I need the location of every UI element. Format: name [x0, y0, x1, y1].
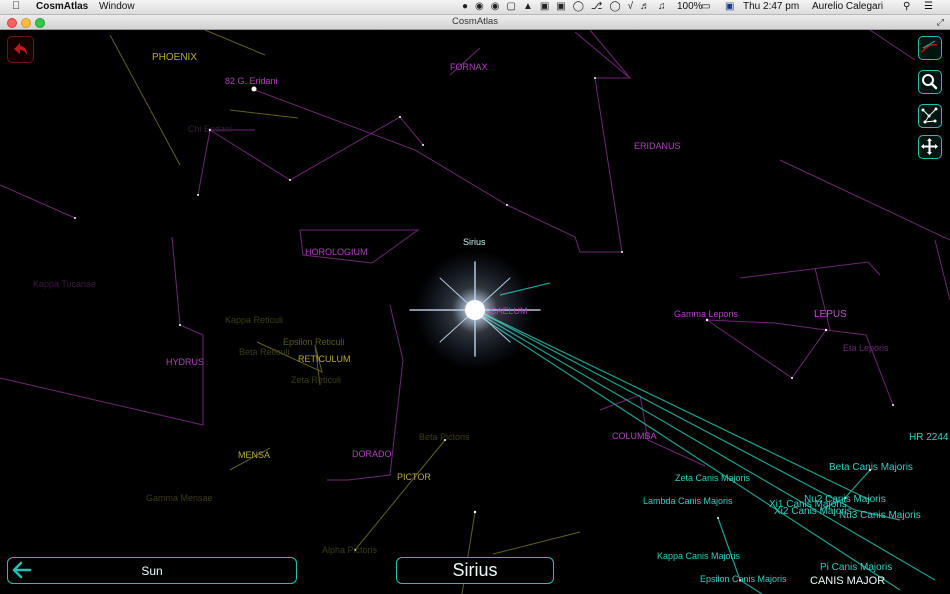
- minimize-window-button[interactable]: [21, 18, 31, 28]
- constellation-pictor[interactable]: PICTOR: [397, 472, 431, 482]
- star-beta-pictoris[interactable]: Beta Pictoris: [419, 432, 470, 442]
- star-pi-canis-majoris[interactable]: Pi Canis Majoris: [820, 562, 892, 573]
- star-kappa-tucanae[interactable]: Kappa Tucanae: [33, 279, 96, 289]
- zoom-window-button[interactable]: [35, 18, 45, 28]
- search-icon: [922, 74, 938, 90]
- search-button[interactable]: [918, 70, 942, 94]
- constellation-phoenix[interactable]: PHOENIX: [152, 52, 197, 63]
- constellation-lepus[interactable]: LEPUS: [814, 309, 847, 320]
- constellation-canis-major[interactable]: CANIS MAJOR: [810, 575, 885, 587]
- star-kappa-reticuli[interactable]: Kappa Reticuli: [225, 315, 283, 325]
- constellation-horologium[interactable]: HOROLOGIUM: [305, 247, 368, 257]
- window-menu[interactable]: Window: [99, 1, 135, 13]
- star-eta-leporis[interactable]: Eta Leporis: [843, 343, 889, 353]
- star-chi-eridani[interactable]: Chi Eridani: [188, 124, 232, 134]
- flag-icon[interactable]: ▣: [725, 1, 734, 13]
- constellation-eridanus[interactable]: ERIDANUS: [634, 141, 681, 151]
- star-epsilon-reticuli[interactable]: Epsilon Reticuli: [283, 337, 345, 347]
- constellations-toggle-button[interactable]: [918, 104, 942, 128]
- back-arrow-icon: [14, 43, 27, 55]
- star-82-g-eridani[interactable]: 82 G. Eridani: [225, 76, 278, 86]
- constellation-icon: [921, 107, 938, 124]
- clock[interactable]: Thu 2:47 pm: [743, 1, 799, 13]
- status-icons: ●◉◉▢▲▣▣◯⎇◯√♬: [462, 1, 658, 12]
- star-kappa-canis-majoris[interactable]: Kappa Canis Majoris: [657, 551, 740, 561]
- star-zeta-reticuli[interactable]: Zeta Reticuli: [291, 375, 341, 385]
- star-zeta-canis-majoris[interactable]: Zeta Canis Majoris: [675, 473, 750, 483]
- spotlight-icon[interactable]: ⚲: [903, 1, 910, 13]
- menu-bar:  CosmAtlas Window ●◉◉▢▲▣▣◯⎇◯√♬ ♫ 100% ▭…: [0, 0, 950, 15]
- app-menu[interactable]: CosmAtlas: [36, 1, 88, 13]
- target-label: Sirius: [452, 560, 498, 580]
- constellation-caelum[interactable]: CAELUM: [490, 306, 528, 316]
- constellation-dorado[interactable]: DORADO: [352, 449, 392, 459]
- move-button[interactable]: [918, 135, 942, 159]
- window-title: CosmAtlas: [452, 16, 498, 27]
- star-beta-reticuli[interactable]: Beta Reticuli: [239, 347, 290, 357]
- constellation-mensa[interactable]: MENSA: [238, 450, 270, 460]
- close-window-button[interactable]: [7, 18, 17, 28]
- star-alpha-pictoris[interactable]: Alpha Pictoris: [322, 545, 377, 555]
- battery-icon[interactable]: ▭: [701, 1, 710, 13]
- star-beta-canis-majoris[interactable]: Beta Canis Majoris: [829, 462, 913, 473]
- view-icon: [921, 40, 938, 53]
- star-sirius[interactable]: Sirius: [463, 237, 486, 247]
- move-icon: [921, 138, 938, 155]
- window-titlebar: CosmAtlas ⤢: [0, 15, 950, 30]
- origin-button[interactable]: Sun: [7, 557, 297, 584]
- constellation-columba[interactable]: COLUMBA: [612, 431, 657, 441]
- star-gamma-mensae[interactable]: Gamma Mensae: [146, 493, 213, 503]
- star-lambda-canis-majoris[interactable]: Lambda Canis Majoris: [643, 496, 733, 506]
- star-gamma-leporis[interactable]: Gamma Leporis: [674, 309, 738, 319]
- star-nu3-canis-majoris[interactable]: Nu3 Canis Majoris: [839, 510, 921, 521]
- star-hr-2244[interactable]: HR 2244: [909, 432, 948, 443]
- volume-icon[interactable]: ♫: [658, 1, 666, 13]
- notification-center-icon[interactable]: ☰: [924, 1, 933, 13]
- constellation-reticulum[interactable]: RETICULUM: [298, 354, 351, 364]
- origin-label: Sun: [141, 564, 163, 578]
- fullscreen-icon[interactable]: ⤢: [937, 15, 944, 29]
- back-button[interactable]: [7, 36, 34, 63]
- apple-icon[interactable]: : [12, 0, 20, 12]
- view-toggle-button[interactable]: [918, 36, 942, 60]
- sky-map[interactable]: PHOENIX FORNAX ERIDANUS HOROLOGIUM CAELU…: [0, 30, 950, 594]
- user-name[interactable]: Aurelio Calegari: [812, 1, 883, 13]
- battery-percent[interactable]: 100%: [677, 1, 703, 13]
- constellation-fornax[interactable]: FORNAX: [450, 62, 488, 72]
- constellation-hydrus[interactable]: HYDRUS: [166, 357, 204, 367]
- star-epsilon-canis-majoris[interactable]: Epsilon Canis Majoris: [700, 574, 787, 584]
- target-button[interactable]: Sirius: [396, 557, 554, 584]
